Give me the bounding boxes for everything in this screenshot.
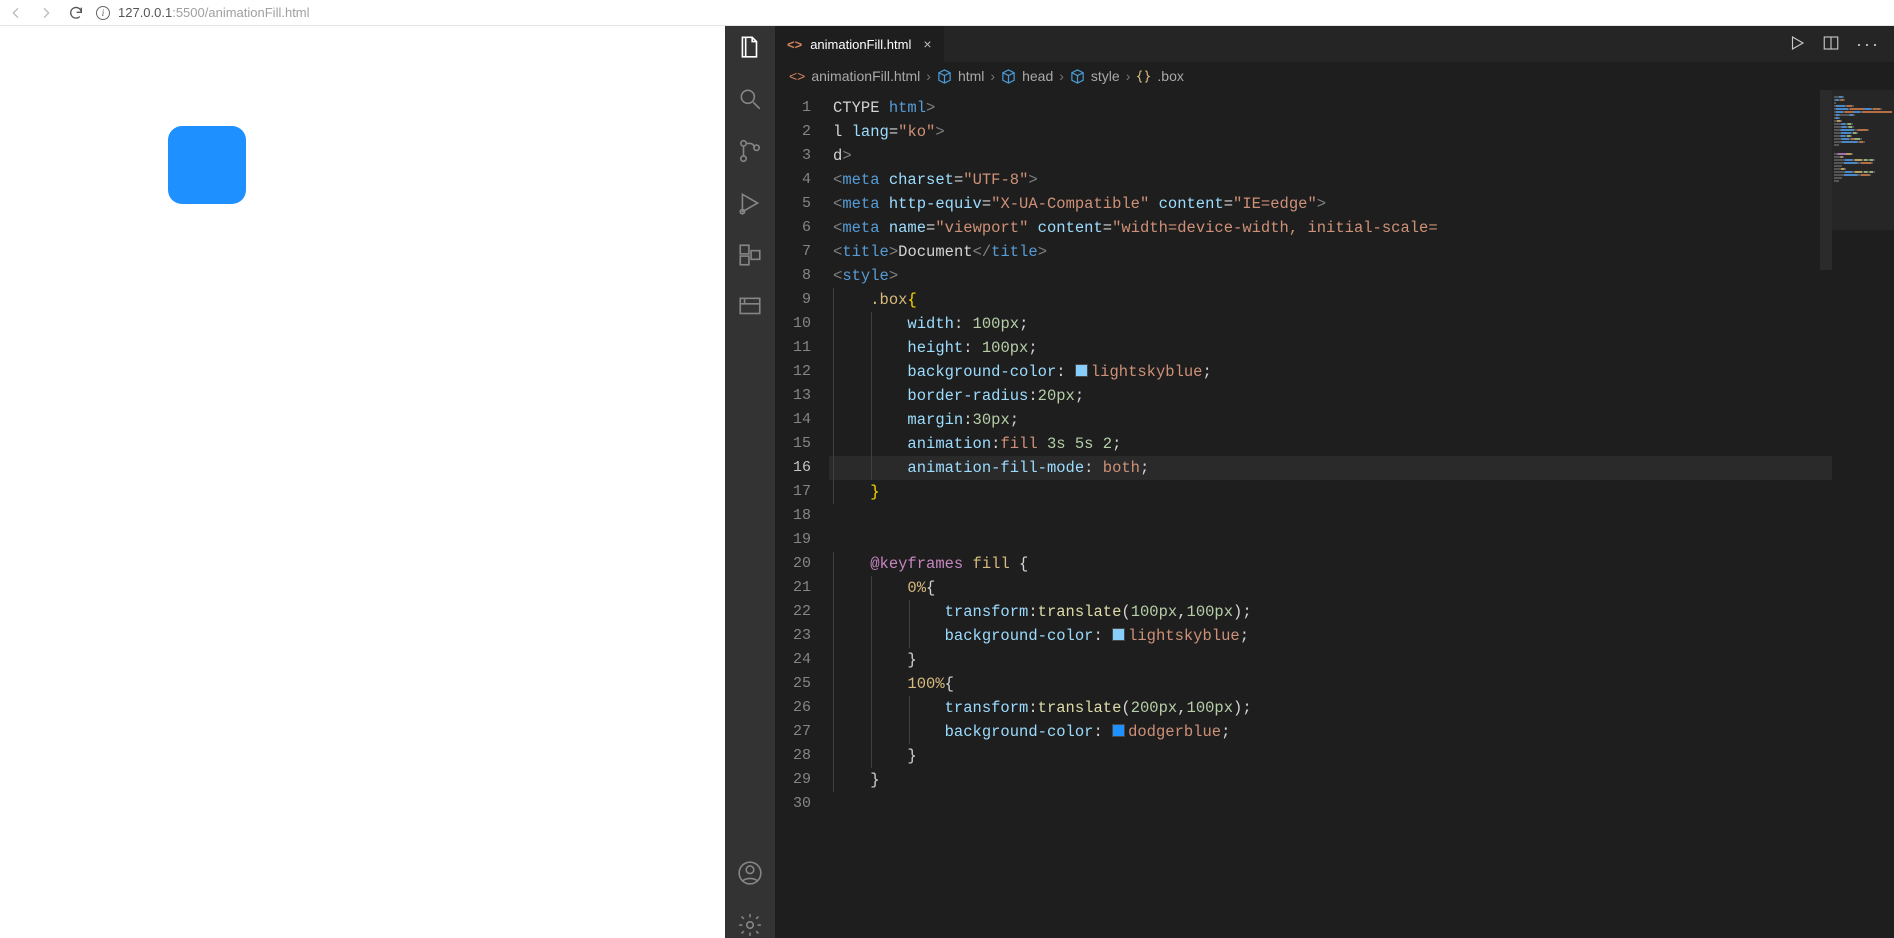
more-actions-icon[interactable]: ··· <box>1856 34 1880 55</box>
breadcrumb-style[interactable]: style <box>1091 68 1120 84</box>
split-editor-icon[interactable] <box>1822 34 1840 55</box>
back-button[interactable] <box>6 5 26 21</box>
breadcrumb-box[interactable]: .box <box>1157 68 1183 84</box>
css-braces-icon <box>1136 69 1151 84</box>
address-bar[interactable]: i 127.0.0.1:5500/animationFill.html <box>96 5 310 20</box>
explorer-icon[interactable] <box>737 34 763 60</box>
cube-icon <box>1001 69 1016 84</box>
tab-label: animationFill.html <box>810 37 911 52</box>
url-path: /animationFill.html <box>205 5 310 20</box>
browser-toolbar: i 127.0.0.1:5500/animationFill.html <box>0 0 1894 26</box>
reload-button[interactable] <box>66 5 86 21</box>
cube-icon <box>937 69 952 84</box>
url-port: :5500 <box>172 5 205 20</box>
breadcrumb-html[interactable]: html <box>958 68 984 84</box>
site-info-icon[interactable]: i <box>96 6 110 20</box>
editor-area: <> animationFill.html × ··· <> animation… <box>775 26 1894 938</box>
line-number-gutter[interactable]: 1234567891011121314151617181920212223242… <box>775 90 829 938</box>
close-tab-icon[interactable]: × <box>923 36 931 52</box>
forward-button[interactable] <box>36 5 56 21</box>
editor-scrollbar[interactable] <box>1820 90 1832 270</box>
source-control-icon[interactable] <box>737 138 763 164</box>
cube-icon <box>1070 69 1085 84</box>
run-icon[interactable] <box>1788 34 1806 55</box>
search-icon[interactable] <box>737 86 763 112</box>
code-editor[interactable]: CTYPE html>l lang="ko">d><meta charset="… <box>829 90 1832 938</box>
html-file-icon: <> <box>789 68 805 84</box>
accounts-icon[interactable] <box>737 860 763 886</box>
url-host: 127.0.0.1 <box>118 5 172 20</box>
editor-actions: ··· <box>1788 26 1894 62</box>
breadcrumb-head[interactable]: head <box>1022 68 1053 84</box>
breadcrumb-file[interactable]: animationFill.html <box>811 68 920 84</box>
live-preview-icon[interactable] <box>737 294 763 320</box>
breadcrumbs[interactable]: <> animationFill.html › html › head › st… <box>775 62 1894 90</box>
rendered-box <box>168 126 246 204</box>
vscode-window: <> animationFill.html × ··· <> animation… <box>725 26 1894 938</box>
minimap[interactable] <box>1832 90 1894 938</box>
browser-viewport[interactable] <box>0 26 725 938</box>
settings-gear-icon[interactable] <box>737 912 763 938</box>
tab-animationfill[interactable]: <> animationFill.html × <box>775 26 945 62</box>
run-debug-icon[interactable] <box>737 190 763 216</box>
extensions-icon[interactable] <box>737 242 763 268</box>
activity-bar <box>725 26 775 938</box>
html-file-icon: <> <box>787 37 802 52</box>
tab-bar: <> animationFill.html × ··· <box>775 26 1894 62</box>
